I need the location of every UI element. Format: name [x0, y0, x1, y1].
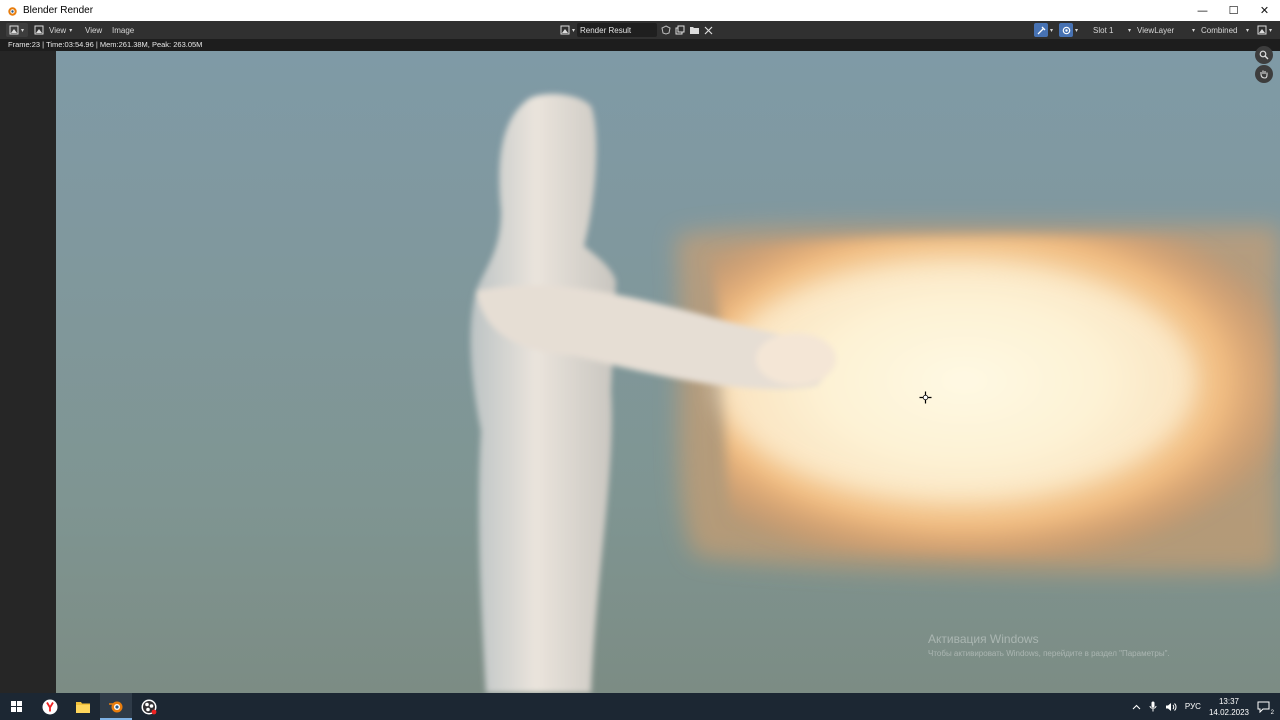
chevron-down-icon: ▾ [1050, 27, 1054, 34]
image-browse-icon [560, 25, 570, 35]
action-center-button[interactable]: 2 [1257, 701, 1274, 716]
blender-logo-icon [8, 6, 17, 16]
blender-logo-icon [109, 701, 123, 712]
windows-logo-icon [10, 701, 22, 712]
microphone-icon[interactable] [1149, 701, 1157, 712]
duplicate-icon[interactable] [675, 25, 685, 35]
taskbar-obs-studio[interactable] [133, 693, 165, 720]
image-editor-header: ▾ View ▾ View Image ▾ Render Result ▾ ▾ [0, 21, 1280, 39]
chevron-down-icon: ▾ [69, 27, 73, 34]
slot-dropdown[interactable]: Slot 1 ▾ [1090, 23, 1134, 37]
window-titlebar: Blender Render — ☐ ✕ [0, 0, 1280, 21]
window-title: Blender Render [23, 5, 94, 16]
notification-count: 2 [1270, 709, 1274, 716]
view-layer-dropdown[interactable]: ViewLayer ▾ [1134, 23, 1198, 37]
clock-time: 13:37 [1218, 696, 1239, 706]
view-mode-label: View [49, 25, 67, 35]
minimize-button[interactable]: — [1187, 0, 1218, 21]
image-datablock-tools [658, 23, 716, 37]
pan-navigation-button[interactable] [1255, 65, 1273, 83]
display-channels-dropdown[interactable]: ▾ [1254, 23, 1275, 37]
chevron-down-icon: ▾ [21, 27, 25, 34]
browse-image-button[interactable]: ▾ [557, 23, 578, 37]
fake-user-shield-icon[interactable] [661, 25, 671, 35]
chevron-down-icon: ▾ [1075, 27, 1079, 34]
yandex-browser-icon [42, 699, 58, 714]
move-cursor-icon [919, 391, 932, 404]
editor-type-button[interactable]: ▾ [6, 23, 28, 37]
fire-effect [676, 225, 1280, 573]
start-button[interactable] [0, 693, 32, 720]
menu-image[interactable]: Image [109, 23, 137, 37]
chevron-down-icon: ▾ [1269, 27, 1273, 34]
input-language-indicator[interactable]: РУС [1185, 702, 1201, 711]
right-header-tools: ▾ ▾ [1031, 23, 1081, 37]
maximize-button[interactable]: ☐ [1218, 0, 1249, 21]
activation-title: Активация Windows [928, 632, 1039, 646]
notification-icon [1257, 701, 1270, 713]
slot-label: Slot 1 [1093, 25, 1114, 35]
taskbar-file-explorer[interactable] [67, 693, 99, 720]
render-pass-label: Combined [1201, 25, 1238, 35]
window-controls: — ☐ ✕ [1187, 0, 1280, 21]
editor-left-margin [0, 51, 56, 693]
image-name-field[interactable]: Render Result [577, 23, 657, 37]
windows-taskbar: РУС 13:37 14.02.2023 2 [0, 693, 1280, 720]
clock-date: 14.02.2023 [1208, 707, 1249, 717]
eyedropper-icon [1037, 26, 1045, 34]
volume-icon[interactable] [1165, 702, 1177, 712]
render-result-image[interactable] [56, 51, 1280, 693]
close-button[interactable]: ✕ [1249, 0, 1280, 21]
taskbar-clock[interactable]: 13:37 14.02.2023 [1209, 696, 1249, 718]
view-layer-label: ViewLayer [1137, 25, 1175, 35]
unlink-x-icon[interactable] [704, 26, 713, 35]
activation-subtitle: Чтобы активировать Windows, перейдите в … [928, 649, 1170, 658]
overlay-icon [1062, 26, 1070, 34]
chevron-down-icon: ▾ [1191, 27, 1195, 34]
show-hidden-icons-chevron-icon[interactable] [1132, 704, 1141, 710]
view-mode-dropdown[interactable]: View ▾ [31, 23, 75, 37]
open-folder-icon[interactable] [689, 25, 700, 35]
system-tray: РУС 13:37 14.02.2023 2 [1132, 693, 1280, 720]
magnifier-icon [1259, 50, 1269, 60]
chevron-down-icon: ▾ [1127, 27, 1131, 34]
menu-view[interactable]: View [82, 23, 105, 37]
obs-studio-icon [141, 699, 157, 714]
zoom-navigation-button[interactable] [1255, 46, 1273, 64]
view-icon [34, 25, 44, 35]
display-channels-icon [1257, 25, 1267, 35]
chevron-down-icon: ▾ [1245, 27, 1249, 34]
hand-icon [1260, 70, 1268, 79]
taskbar-blender[interactable] [100, 693, 132, 720]
windows-activation-watermark: Активация Windows Чтобы активировать Win… [928, 632, 1170, 658]
image-editor-icon [9, 25, 19, 35]
render-info-text: Frame:23 | Time:03:54.96 | Mem:261.38M, … [0, 39, 1280, 51]
folder-icon [76, 701, 90, 713]
overlay-toggle-button[interactable] [1059, 23, 1074, 37]
sample-tool-button[interactable] [1034, 23, 1048, 37]
chevron-down-icon: ▾ [572, 27, 576, 34]
taskbar-yandex-browser[interactable] [34, 693, 66, 720]
render-pass-dropdown[interactable]: Combined ▾ [1198, 23, 1252, 37]
render-scene-graphic [470, 94, 1280, 693]
